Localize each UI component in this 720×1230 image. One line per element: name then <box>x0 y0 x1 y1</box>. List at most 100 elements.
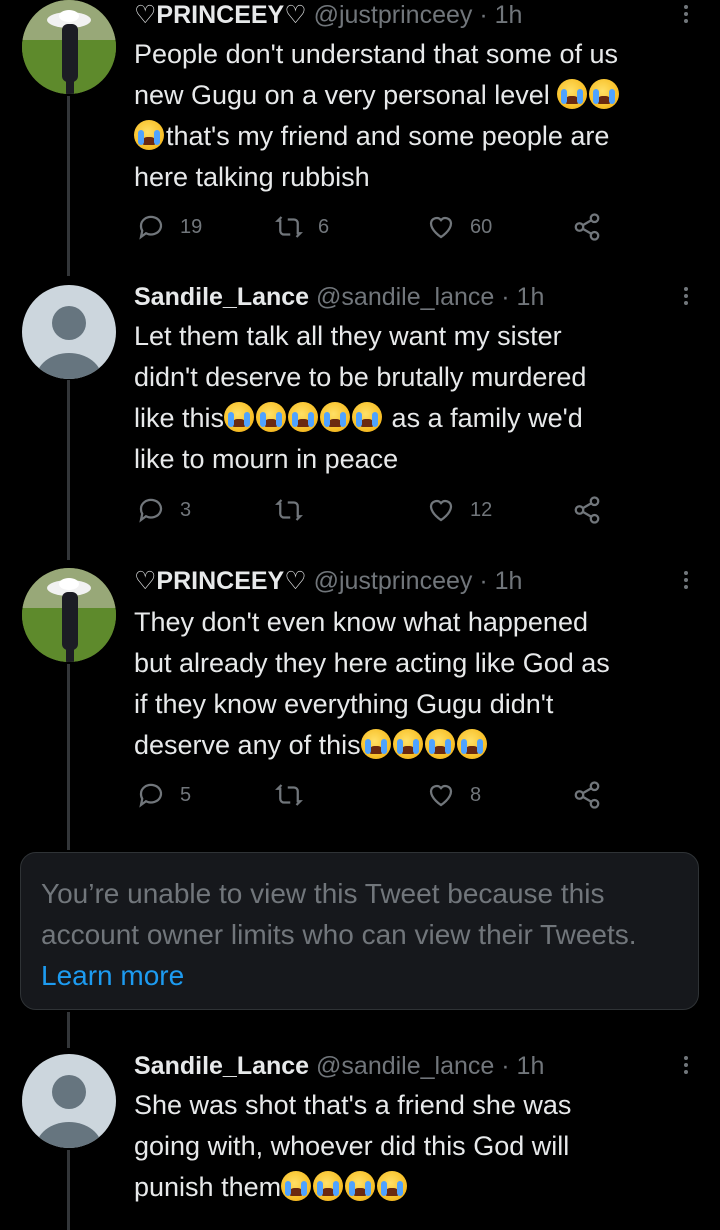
reply-count: 5 <box>180 783 192 806</box>
handle[interactable]: @sandile_lance <box>316 283 494 311</box>
avatar[interactable] <box>22 568 116 662</box>
tweet-actions: 5 8 <box>134 780 614 814</box>
tweet-text-line: but already they here acting like God as <box>134 648 610 678</box>
loudly-crying-face-emoji <box>392 729 423 759</box>
tweet-text-line: didn't deserve to be brutally murdered <box>134 362 587 392</box>
loudly-crying-face-emoji <box>377 1171 408 1201</box>
timestamp[interactable]: · 1h <box>501 1052 544 1080</box>
loudly-crying-face-emoji <box>424 729 455 759</box>
more-icon[interactable] <box>682 1053 690 1079</box>
reply-button[interactable]: 19 <box>136 212 202 242</box>
timestamp[interactable]: · 1h <box>479 1 522 29</box>
retweet-button[interactable] <box>274 780 318 810</box>
display-name[interactable]: Sandile_Lance <box>134 283 309 311</box>
tweet-actions: 19 6 60 <box>134 212 614 246</box>
timestamp[interactable]: · 1h <box>479 567 522 595</box>
thread-line <box>67 1012 70 1048</box>
reply-button[interactable]: 3 <box>136 495 191 525</box>
retweet-icon <box>275 784 303 806</box>
tweet-text-line: here talking rubbish <box>134 162 370 192</box>
share-icon <box>574 213 600 241</box>
tweet-text-line: going with, whoever did this God will <box>134 1131 570 1161</box>
like-button[interactable]: 12 <box>426 495 492 525</box>
tweet-text-line: like to mourn in peace <box>134 444 399 474</box>
reply-icon <box>139 498 163 523</box>
more-icon[interactable] <box>682 284 690 310</box>
tweet-header: Sandile_Lance @sandile_lance · 1h <box>134 282 680 312</box>
tweet-text-line: She was shot that's a friend she was <box>134 1090 572 1120</box>
like-count: 8 <box>470 783 482 806</box>
withheld-notice-text: You’re unable to view this Tweet because… <box>41 878 637 950</box>
loudly-crying-face-emoji <box>320 402 351 432</box>
retweet-count: 6 <box>318 215 330 238</box>
share-button[interactable] <box>572 212 602 242</box>
loudly-crying-face-emoji <box>345 1171 376 1201</box>
more-icon[interactable] <box>682 2 690 28</box>
loudly-crying-face-emoji <box>456 729 487 759</box>
avatar[interactable] <box>22 285 116 379</box>
tweet-text: They don't even know what happened but a… <box>134 602 690 766</box>
share-button[interactable] <box>572 495 602 525</box>
tweet-header: ♡PRINCEEY♡ @justprinceey · 1h <box>134 566 680 596</box>
reply-count: 3 <box>180 498 192 521</box>
display-name[interactable]: Sandile_Lance <box>134 1052 309 1080</box>
withheld-tweet-notice: You’re unable to view this Tweet because… <box>20 852 699 1010</box>
share-button[interactable] <box>572 780 602 810</box>
handle[interactable]: @justprinceey <box>314 567 473 595</box>
like-button[interactable]: 60 <box>426 212 492 242</box>
share-icon <box>574 781 600 809</box>
tweet-text-line: People don't understand that some of us <box>134 39 618 69</box>
like-count: 12 <box>470 498 493 521</box>
loudly-crying-face-emoji <box>288 402 319 432</box>
retweet-button[interactable]: 6 <box>274 212 329 242</box>
loudly-crying-face-emoji <box>256 402 287 432</box>
display-name[interactable]: ♡PRINCEEY♡ <box>134 1 307 29</box>
tweet-header: ♡PRINCEEY♡ @justprinceey · 1h <box>134 0 680 30</box>
tweet-text-line: that's my friend and some people are <box>134 116 690 157</box>
loudly-crying-face-emoji <box>313 1171 344 1201</box>
retweet-icon <box>275 499 303 521</box>
tweet-text: Let them talk all they want my sister di… <box>134 316 690 480</box>
heart-icon <box>429 499 453 522</box>
loudly-crying-face-emoji <box>360 729 391 759</box>
tweet[interactable]: ♡PRINCEEY♡ @justprinceey · 1h People don… <box>0 0 720 270</box>
tweet-text-line: punish them <box>134 1167 690 1208</box>
tweet-text-line: deserve any of this <box>134 725 690 766</box>
timestamp[interactable]: · 1h <box>501 283 544 311</box>
avatar[interactable] <box>22 1054 116 1148</box>
like-button[interactable]: 8 <box>426 780 481 810</box>
loudly-crying-face-emoji <box>134 120 164 150</box>
like-count: 60 <box>470 215 493 238</box>
display-name[interactable]: ♡PRINCEEY♡ <box>134 567 307 595</box>
thread-line <box>67 1150 70 1230</box>
handle[interactable]: @justprinceey <box>314 1 473 29</box>
share-icon <box>574 496 600 524</box>
thread-line <box>67 664 70 850</box>
learn-more-link[interactable]: Learn more <box>41 960 184 991</box>
heart-icon <box>429 784 453 807</box>
handle[interactable]: @sandile_lance <box>316 1052 494 1080</box>
loudly-crying-face-emoji <box>589 79 620 109</box>
tweet-text-line: They don't even know what happened <box>134 607 588 637</box>
reply-count: 19 <box>180 215 203 238</box>
thread-line <box>67 380 70 560</box>
reply-icon <box>139 215 163 240</box>
loudly-crying-face-emoji <box>224 402 255 432</box>
loudly-crying-face-emoji <box>557 79 588 109</box>
tweet-actions: 3 12 <box>134 495 614 529</box>
tweet-text: People don't understand that some of us … <box>134 34 690 198</box>
reply-button[interactable]: 5 <box>136 780 191 810</box>
loudly-crying-face-emoji <box>352 402 383 432</box>
more-icon[interactable] <box>682 568 690 594</box>
reply-icon <box>139 783 163 808</box>
tweet-text-line: new Gugu on a very personal level <box>134 75 690 116</box>
tweet-text: She was shot that's a friend she was goi… <box>134 1085 690 1208</box>
retweet-button[interactable] <box>274 495 318 525</box>
retweet-icon <box>275 216 303 238</box>
heart-icon <box>429 216 453 239</box>
tweet-text-line: if they know everything Gugu didn't <box>134 689 554 719</box>
avatar[interactable] <box>22 0 116 94</box>
loudly-crying-face-emoji <box>281 1171 312 1201</box>
tweet-header: Sandile_Lance @sandile_lance · 1h <box>134 1051 680 1081</box>
tweet-text-line: like this as a family we'd <box>134 402 583 433</box>
